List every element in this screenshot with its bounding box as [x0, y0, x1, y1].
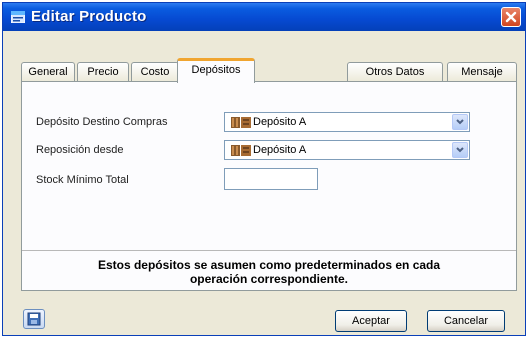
info-note-line-2: operación correspondiente.	[189, 272, 349, 286]
destino-label: Depósito Destino Compras	[36, 116, 168, 128]
depot-icon	[231, 145, 251, 156]
info-note: Estos depósitos se asumen como predeterm…	[22, 258, 516, 286]
tab-depositos[interactable]: Depósitos	[177, 58, 255, 83]
reposicion-value: Depósito A	[253, 144, 307, 156]
chevron-down-icon	[456, 119, 464, 125]
cancel-button[interactable]: Cancelar	[427, 310, 505, 332]
save-icon	[27, 312, 41, 326]
accept-button[interactable]: Aceptar	[335, 310, 407, 332]
tab-mensaje[interactable]: Mensaje	[447, 62, 517, 82]
save-button[interactable]	[23, 309, 45, 329]
info-note-line-1: Estos depósitos se asumen como predeterm…	[97, 258, 441, 272]
reposicion-select[interactable]: Depósito A	[224, 140, 470, 160]
window-app-icon	[11, 11, 25, 23]
window-title: Editar Producto	[31, 8, 147, 25]
close-button[interactable]	[501, 7, 521, 27]
chevron-down-icon	[456, 147, 464, 153]
tab-general[interactable]: General	[21, 62, 75, 82]
tab-otros-datos[interactable]: Otros Datos	[347, 62, 443, 82]
destino-dropdown-button[interactable]	[452, 114, 468, 130]
title-bar[interactable]: Editar Producto	[3, 3, 525, 31]
destino-select[interactable]: Depósito A	[224, 112, 470, 132]
tab-costo[interactable]: Costo	[131, 62, 179, 82]
editar-producto-dialog: Editar Producto General Precio Costo Dep…	[2, 2, 526, 336]
tab-strip: General Precio Costo Depósitos Otros Dat…	[21, 54, 525, 83]
divider	[22, 250, 516, 251]
depositos-panel: Depósito Destino Compras Depósito A Repo…	[21, 81, 517, 291]
close-icon	[505, 11, 517, 23]
reposicion-dropdown-button[interactable]	[452, 142, 468, 158]
stock-label: Stock Mínimo Total	[36, 174, 129, 186]
destino-value: Depósito A	[253, 116, 307, 128]
tab-precio[interactable]: Precio	[77, 62, 129, 82]
depot-icon	[231, 117, 251, 128]
stock-minimo-input[interactable]	[224, 168, 318, 190]
reposicion-label: Reposición desde	[36, 144, 124, 156]
